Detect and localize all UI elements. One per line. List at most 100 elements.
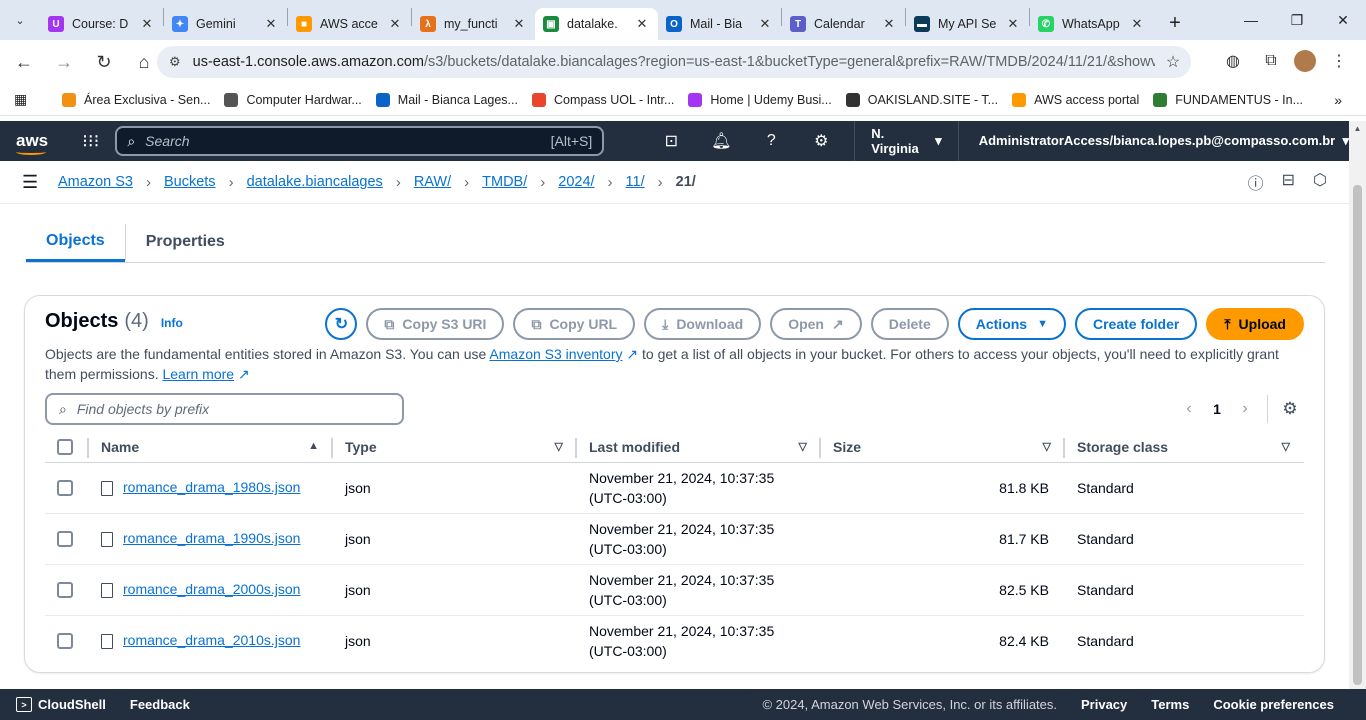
bookmark-item[interactable]: Mail - Bianca Lages... (375, 92, 518, 107)
scroll-up-icon[interactable]: ▲ (1349, 124, 1366, 133)
browser-tab[interactable]: λ my_functi ✕ (412, 8, 535, 40)
bookmark-item[interactable]: FUNDAMENTUS - In... (1153, 92, 1303, 107)
column-size[interactable]: Size ▽ (821, 432, 1065, 463)
terms-link[interactable]: Terms (1151, 697, 1189, 712)
settings-gear-icon[interactable]: ⚙ (796, 131, 846, 151)
close-tab-icon[interactable]: ✕ (511, 16, 527, 32)
breadcrumb-link[interactable]: datalake.biancalages (247, 174, 383, 190)
refresh-button[interactable]: ↻ (325, 308, 358, 340)
actions-dropdown[interactable]: Actions ▼ (957, 308, 1066, 340)
page-scrollbar[interactable]: ▲ (1349, 121, 1366, 689)
profile-avatar[interactable] (1294, 50, 1316, 72)
side-nav-toggle-icon[interactable]: ☰ (22, 172, 46, 193)
extensions-icon[interactable]: ⧉ (1256, 46, 1286, 76)
close-tab-icon[interactable]: ✕ (881, 16, 897, 32)
back-icon[interactable]: ← (6, 44, 42, 80)
row-checkbox[interactable] (57, 582, 73, 599)
feedback-link[interactable]: Feedback (130, 697, 190, 712)
breadcrumb-link[interactable]: 2024/ (558, 174, 594, 190)
browser-tab[interactable]: U Course: D ✕ (40, 8, 163, 40)
breadcrumb-link[interactable]: RAW/ (414, 174, 451, 190)
bookmark-item[interactable]: Compass UOL - Intr... (531, 92, 674, 107)
cookie-preferences-link[interactable]: Cookie preferences (1213, 697, 1334, 712)
browser-tab[interactable]: ■ AWS acce ✕ (288, 8, 411, 40)
column-name[interactable]: Name ▲ (89, 432, 333, 463)
s3-inventory-link[interactable]: Amazon S3 inventory (489, 346, 622, 362)
region-selector[interactable]: N. Virginia ▾ (854, 121, 959, 161)
row-checkbox[interactable] (57, 480, 73, 497)
bookmark-item[interactable]: Home | Udemy Busi... (688, 92, 832, 107)
close-window-icon[interactable]: ✕ (1320, 0, 1366, 40)
prefix-search-input[interactable]: ⌕ Find objects by prefix (45, 393, 404, 425)
cloudshell-button[interactable]: > CloudShell (16, 697, 106, 712)
learn-more-link[interactable]: Learn more (162, 366, 234, 382)
menu-kebab-icon[interactable]: ⋮ (1324, 46, 1354, 76)
hexagon-settings-icon[interactable]: ⬡ (1313, 170, 1327, 194)
column-type[interactable]: Type ▽ (333, 432, 577, 463)
split-panel-icon[interactable]: ⊟ (1282, 170, 1295, 194)
site-info-icon[interactable]: ⚙ (169, 54, 181, 70)
breadcrumb-link[interactable]: TMDB/ (482, 174, 527, 190)
account-menu[interactable]: AdministratorAccess/bianca.lopes.pb@comp… (979, 133, 1349, 149)
address-bar[interactable]: ⚙ us-east-1.console.aws.amazon.com/s3/bu… (157, 46, 1191, 78)
vpn-extension-icon[interactable]: ◍ (1218, 46, 1248, 76)
object-name-link[interactable]: romance_drama_2000s.json (123, 581, 300, 597)
browser-tab[interactable]: O Mail - Bia ✕ (658, 8, 781, 40)
breadcrumb-link[interactable]: 11/ (626, 174, 645, 190)
object-name-link[interactable]: romance_drama_1980s.json (123, 479, 300, 495)
column-last-modified[interactable]: Last modified ▽ (577, 432, 821, 463)
apps-grid-icon[interactable]: ▦ (14, 91, 42, 108)
console-search-input[interactable]: ⌕ Search [Alt+S] (115, 126, 605, 156)
tab-objects[interactable]: Objects (26, 222, 125, 262)
close-tab-icon[interactable]: ✕ (263, 16, 279, 32)
scrollbar-thumb[interactable] (1353, 185, 1362, 685)
privacy-link[interactable]: Privacy (1081, 697, 1127, 712)
close-tab-icon[interactable]: ✕ (757, 16, 773, 32)
browser-tab[interactable]: ▣ datalake. ✕ (535, 8, 658, 40)
copy-url-button[interactable]: ⧉ Copy URL (513, 308, 636, 340)
new-tab-button[interactable]: + (1161, 9, 1189, 37)
reload-icon[interactable]: ↻ (86, 44, 122, 80)
download-button[interactable]: ⤓ Download (644, 308, 762, 340)
browser-tab[interactable]: T Calendar ✕ (782, 8, 905, 40)
bookmark-item[interactable]: Computer Hardwar... (224, 92, 362, 107)
help-icon[interactable]: ? (746, 132, 796, 150)
close-tab-icon[interactable]: ✕ (634, 16, 650, 32)
row-checkbox[interactable] (57, 633, 73, 650)
info-link[interactable]: Info (161, 316, 183, 330)
browser-tab[interactable]: ✆ WhatsApp ✕ (1030, 8, 1153, 40)
prev-page-icon[interactable]: ‹ (1175, 400, 1203, 418)
delete-button[interactable]: Delete (870, 308, 949, 340)
close-tab-icon[interactable]: ✕ (387, 16, 403, 32)
close-tab-icon[interactable]: ✕ (1005, 16, 1021, 32)
browser-tab[interactable]: ▬ My API Se ✕ (906, 8, 1029, 40)
upload-button[interactable]: ⤒ Upload (1206, 308, 1304, 340)
copy-s3-uri-button[interactable]: ⧉ Copy S3 URI (366, 308, 505, 340)
bookmark-star-icon[interactable]: ☆ (1155, 52, 1191, 72)
bookmark-item[interactable]: AWS access portal (1012, 92, 1139, 107)
row-checkbox[interactable] (57, 531, 73, 548)
table-preferences-gear-icon[interactable]: ⚙ (1276, 399, 1304, 419)
object-name-link[interactable]: romance_drama_2010s.json (123, 632, 300, 648)
select-all-checkbox[interactable] (57, 439, 73, 456)
services-grid-icon[interactable]: ⁝⁝⁝ (82, 131, 99, 152)
browser-tab[interactable]: ✦ Gemini ✕ (164, 8, 287, 40)
close-tab-icon[interactable]: ✕ (139, 16, 155, 32)
open-button[interactable]: Open ↗ (770, 308, 862, 340)
column-storage-class[interactable]: Storage class ▽ (1065, 432, 1304, 463)
bookmark-item[interactable]: Área Exclusiva - Sen... (62, 92, 210, 107)
minimize-icon[interactable]: — (1228, 0, 1274, 40)
tab-search-icon[interactable]: ⌄ (0, 0, 40, 40)
cloudshell-icon[interactable]: ⊡ (646, 131, 696, 151)
notifications-bell-icon[interactable]: 🔔︎ (696, 131, 746, 151)
page-number[interactable]: 1 (1203, 401, 1231, 417)
info-circle-icon[interactable]: ⓘ (1248, 170, 1264, 194)
more-bookmarks-icon[interactable]: » (1334, 92, 1342, 108)
forward-icon[interactable]: → (46, 44, 82, 80)
create-folder-button[interactable]: Create folder (1074, 308, 1198, 340)
restore-icon[interactable]: ❐ (1274, 0, 1320, 40)
aws-logo[interactable]: aws (16, 131, 48, 155)
bookmark-item[interactable]: OAKISLAND.SITE - T... (845, 92, 998, 107)
tab-properties[interactable]: Properties (126, 222, 245, 262)
breadcrumb-link[interactable]: Buckets (164, 174, 216, 190)
